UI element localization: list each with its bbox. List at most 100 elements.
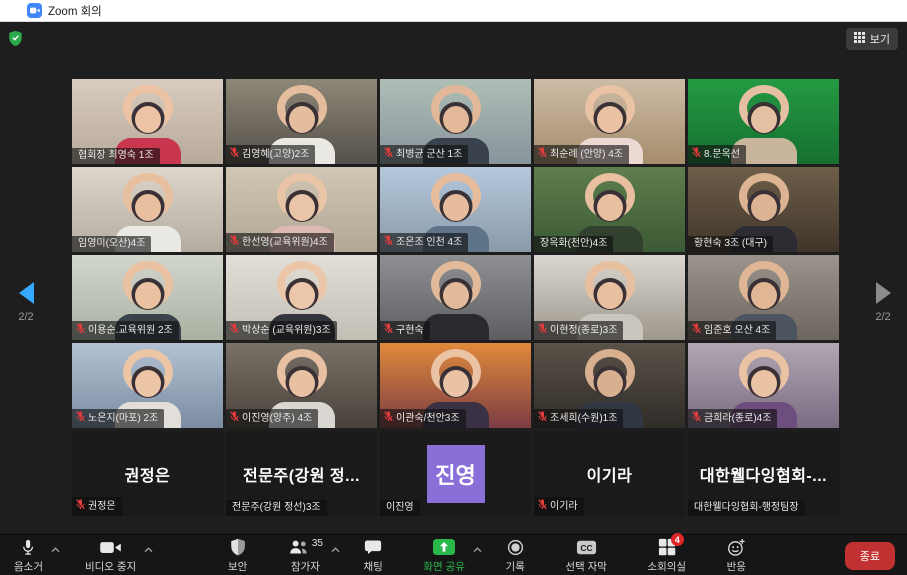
participant-tile[interactable]: 조은조 인천 4조 (380, 167, 531, 252)
window-titlebar: Zoom 회의 (0, 0, 907, 22)
toolbar-security-button[interactable]: 보안 (228, 538, 247, 574)
muted-mic-icon (384, 147, 393, 162)
closed-caption-icon: CC (576, 538, 597, 556)
next-page-button[interactable]: 2/2 (863, 282, 903, 323)
participant-tile[interactable]: 조세희(수원)1조 (534, 343, 685, 428)
participant-name-label: 8.문옥선 (688, 145, 746, 164)
toolbar-chat-label: 채팅 (364, 559, 383, 574)
participant-name-label: 권정은 (72, 497, 122, 516)
participant-name-text: 권정은 (88, 501, 116, 513)
window-title: Zoom 회의 (48, 3, 102, 19)
muted-mic-icon (230, 235, 239, 250)
participant-name-label: 이용순.교육위원 2조 (72, 321, 179, 340)
participant-name-label: 이진영 (380, 500, 420, 516)
muted-mic-icon (384, 411, 393, 426)
muted-mic-icon (230, 411, 239, 426)
participant-name-label: 협회장 최영숙 1조 (72, 148, 160, 164)
participant-tile[interactable]: 권정은권정은 (72, 431, 223, 516)
toolbar-breakout-button[interactable]: 4소회의실 (647, 538, 686, 574)
participant-tile[interactable]: 협회장 최영숙 1조 (72, 79, 223, 164)
participant-tile[interactable]: 구현숙 (380, 255, 531, 340)
breakout-badge: 4 (671, 533, 684, 546)
toolbar-video-button[interactable]: 비디오 중지 (85, 538, 136, 574)
participant-name-label: 조세희(수원)1조 (534, 409, 623, 428)
participant-name-label: 대한웰다잉협회-행정팀장 (688, 500, 805, 516)
meeting-info-shield-icon[interactable] (8, 30, 23, 46)
participant-name-text: 이용순.교육위원 2조 (88, 325, 173, 337)
toolbar-cc-button[interactable]: CC선택 자막 (565, 538, 607, 574)
share-screen-icon (433, 538, 455, 556)
toolbar-record-label: 기록 (505, 559, 524, 574)
participant-tile[interactable]: 황현숙 3조 (대구) (688, 167, 839, 252)
svg-text:CC: CC (580, 542, 592, 552)
muted-mic-icon (538, 411, 547, 426)
participant-center-name: 이기라 (587, 462, 633, 486)
participant-tile[interactable]: 이관숙/천안3조 (380, 343, 531, 428)
participant-tile[interactable]: 진영이진영 (380, 431, 531, 516)
participant-tile[interactable]: 이진영(양주) 4조 (226, 343, 377, 428)
participant-tile[interactable]: 이용순.교육위원 2조 (72, 255, 223, 340)
left-arrow-icon (19, 282, 34, 304)
participant-tile[interactable]: 장옥화(천안)4조 (534, 167, 685, 252)
participant-name-label: 이현정(종로)3조 (534, 321, 623, 340)
participant-name-text: 8.문옥선 (704, 149, 740, 161)
participant-name-label: 장옥화(천안)4조 (534, 236, 613, 252)
participant-tile[interactable]: 금희라(종로)4조 (688, 343, 839, 428)
participants-options-chevron-icon[interactable] (331, 544, 340, 556)
participant-tile[interactable]: 임준호 오산 4조 (688, 255, 839, 340)
toolbar-reactions-label: 반응 (727, 559, 746, 574)
mute-options-chevron-icon[interactable] (51, 544, 60, 556)
participant-name-label: 이관숙/천안3조 (380, 409, 466, 428)
toolbar-share-label: 화면 공유 (423, 559, 465, 574)
participant-tile[interactable]: 한선영(교육위원)4조 (226, 167, 377, 252)
participant-name-text: 이기라 (550, 501, 578, 513)
participant-name-label: 이진영(양주) 4조 (226, 409, 318, 428)
microphone-icon (19, 538, 37, 556)
prev-page-button[interactable]: 2/2 (6, 282, 46, 323)
participant-tile[interactable]: 박상순 (교육위원)3조 (226, 255, 377, 340)
record-icon (507, 538, 524, 556)
participant-center-name: 전문주(강원 정... (243, 462, 360, 486)
participant-center-name: 대한웰다잉협회-... (700, 462, 827, 486)
toolbar-chat-button[interactable]: 채팅 (364, 538, 383, 574)
participant-tile[interactable]: 이현정(종로)3조 (534, 255, 685, 340)
grid-view-icon (854, 32, 865, 46)
participant-tile[interactable]: 최순례 (안양) 4조 (534, 79, 685, 164)
toolbar-mute-button[interactable]: 음소거 (14, 538, 43, 574)
participant-name-text: 임영미(오산)4조 (78, 238, 145, 250)
participant-name-text: 이현정(종로)3조 (550, 325, 617, 337)
toolbar-share-button[interactable]: 화면 공유 (423, 538, 465, 574)
muted-mic-icon (384, 235, 393, 250)
muted-mic-icon (384, 323, 393, 338)
view-button-label: 보기 (870, 31, 890, 47)
share-options-chevron-icon[interactable] (473, 544, 482, 556)
video-options-chevron-icon[interactable] (144, 544, 153, 556)
toolbar-reactions-button[interactable]: 반응 (727, 538, 746, 574)
participant-tile[interactable]: 이기라이기라 (534, 431, 685, 516)
participant-name-text: 임준호 오산 4조 (704, 325, 770, 337)
participant-name-label: 한선영(교육위원)4조 (226, 233, 334, 252)
toolbar-record-button[interactable]: 기록 (505, 538, 524, 574)
muted-mic-icon (76, 499, 85, 514)
participant-name-text: 한선영(교육위원)4조 (242, 237, 328, 249)
participant-tile[interactable]: 임영미(오산)4조 (72, 167, 223, 252)
view-button[interactable]: 보기 (846, 28, 898, 50)
muted-mic-icon (230, 147, 239, 162)
toolbar-security-label: 보안 (228, 559, 247, 574)
zoom-app-icon (27, 3, 42, 18)
participant-tile[interactable]: 노은지(마포) 2조 (72, 343, 223, 428)
participant-name-text: 전문주(강원 정선)3조 (232, 502, 321, 514)
participant-tile[interactable]: 8.문옥선 (688, 79, 839, 164)
participant-tile[interactable]: 전문주(강원 정... 전문주(강원 정선)3조 (226, 431, 377, 516)
participant-tile[interactable]: 최병균 군산 1조 (380, 79, 531, 164)
participant-name-text: 협회장 최영숙 1조 (78, 150, 154, 162)
participant-name-text: 박상순 (교육위원)3조 (242, 325, 331, 337)
reactions-icon (727, 538, 746, 556)
muted-mic-icon (692, 411, 701, 426)
toolbar-mute-label: 음소거 (14, 559, 43, 574)
muted-mic-icon (692, 147, 701, 162)
end-meeting-button[interactable]: 종료 (845, 542, 895, 570)
participant-tile[interactable]: 대한웰다잉협회-... 대한웰다잉협회-행정팀장 (688, 431, 839, 516)
toolbar-participants-button[interactable]: 35참가자 (288, 538, 323, 574)
participant-tile[interactable]: 김영혜(고양)2조 (226, 79, 377, 164)
